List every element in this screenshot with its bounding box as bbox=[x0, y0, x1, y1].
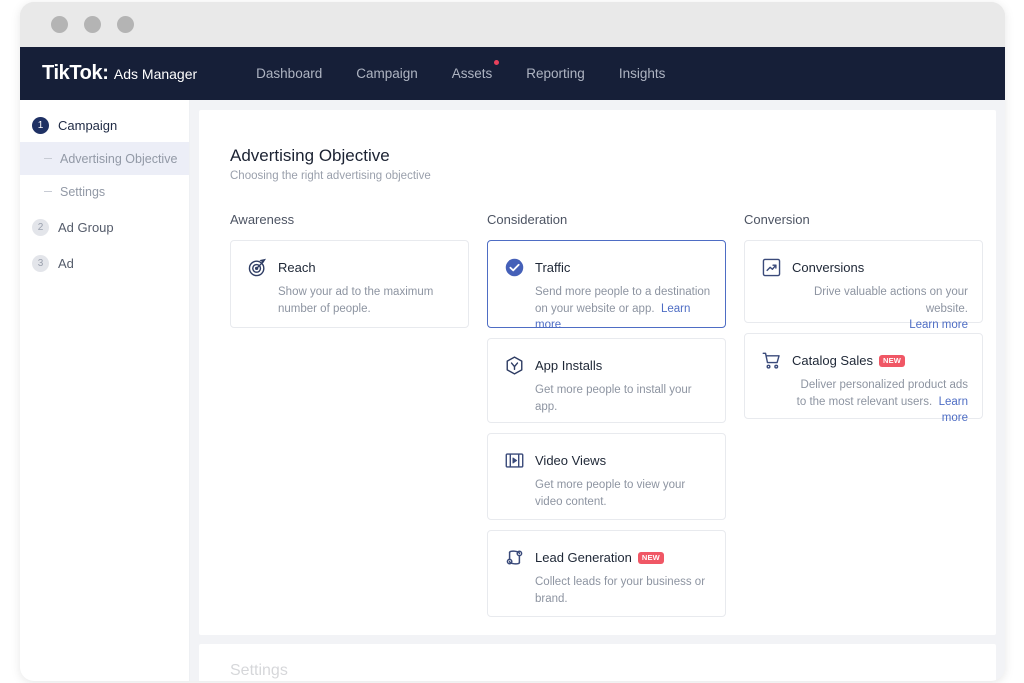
column-heading: Conversion bbox=[744, 212, 810, 227]
nav-label: Campaign bbox=[356, 66, 418, 81]
card-title: Video Views bbox=[535, 453, 607, 468]
card-title-text: Lead Generation bbox=[535, 550, 632, 565]
card-header: Reach bbox=[247, 257, 454, 278]
learn-more-link[interactable]: Learn more bbox=[939, 396, 968, 425]
sidebar-item-settings[interactable]: Settings bbox=[20, 175, 189, 208]
card-description: Send more people to a destination on you… bbox=[504, 284, 711, 334]
card-title: Catalog Sales NEW bbox=[792, 353, 906, 368]
step-number-badge: 1 bbox=[32, 116, 49, 134]
nav-item-assets[interactable]: Assets bbox=[435, 60, 510, 81]
brand-product: Ads Manager bbox=[113, 66, 198, 82]
notification-dot-icon bbox=[494, 60, 500, 65]
brand-colon: : bbox=[102, 62, 109, 84]
step-number-badge: 2 bbox=[32, 218, 49, 236]
trending-up-box-icon bbox=[761, 257, 782, 278]
card-title: Reach bbox=[278, 260, 316, 275]
sidebar: 1 Campaign Advertising Objective Setting… bbox=[20, 100, 190, 681]
card-description: Get more people to view your video conte… bbox=[535, 479, 686, 508]
sidebar-step-campaign[interactable]: 1 Campaign bbox=[20, 108, 189, 142]
minimize-dot[interactable] bbox=[84, 16, 101, 33]
new-badge: NEW bbox=[878, 354, 906, 367]
app-body: 1 Campaign Advertising Objective Setting… bbox=[20, 100, 1005, 681]
card-header: Conversions bbox=[761, 257, 968, 278]
settings-panel-clipped: Settings bbox=[199, 644, 996, 681]
browser-window-mockup: TikTok : Ads Manager Dashboard Campaign … bbox=[20, 2, 1005, 681]
sidebar-subitem-label: Settings bbox=[60, 184, 106, 199]
card-description: Get more people to install your app. bbox=[535, 384, 692, 413]
card-title: Conversions bbox=[792, 260, 865, 275]
objective-card-app-installs[interactable]: App Installs Get more people to install … bbox=[487, 338, 726, 423]
sidebar-subitem-label: Advertising Objective bbox=[60, 151, 178, 166]
sidebar-step-ad-group[interactable]: 2 Ad Group bbox=[20, 210, 189, 244]
card-header: App Installs bbox=[504, 355, 711, 376]
nav-label: Dashboard bbox=[256, 66, 323, 81]
window-titlebar bbox=[20, 2, 1005, 47]
target-icon bbox=[247, 257, 268, 278]
objective-card-lead-generation[interactable]: Lead Generation NEW Collect leads for you… bbox=[487, 530, 726, 617]
card-description: Collect leads for your business or brand… bbox=[535, 576, 706, 605]
card-description: Deliver personalized product ads to the … bbox=[761, 377, 968, 427]
column-awareness: Awareness Reach Show your ad to the maxi… bbox=[230, 212, 469, 627]
card-header: Catalog Sales NEW bbox=[761, 350, 968, 371]
objective-panel: Advertising Objective Choosing the right… bbox=[199, 110, 996, 635]
sidebar-item-label: Campaign bbox=[58, 117, 118, 133]
clipped-panel-title: Settings bbox=[230, 662, 288, 679]
card-header: Traffic bbox=[504, 257, 711, 278]
nav-label: Assets bbox=[451, 66, 493, 81]
card-header: Lead Generation NEW bbox=[504, 547, 711, 568]
nav-label: Insights bbox=[618, 66, 666, 81]
brand-name: TikTok bbox=[42, 62, 103, 84]
page-subtitle: Choosing the right advertising objective bbox=[230, 170, 431, 182]
objective-card-reach[interactable]: Reach Show your ad to the maximum number… bbox=[230, 240, 469, 328]
column-heading: Consideration bbox=[487, 212, 568, 227]
brand-logo[interactable]: TikTok : Ads Manager bbox=[42, 62, 197, 85]
column-heading: Awareness bbox=[230, 212, 295, 227]
nav-item-dashboard[interactable]: Dashboard bbox=[239, 66, 339, 81]
nav-item-reporting[interactable]: Reporting bbox=[509, 66, 602, 81]
check-circle-icon bbox=[504, 257, 525, 278]
close-dot[interactable] bbox=[51, 16, 68, 33]
nav-links: Dashboard Campaign Assets Reporting Insi… bbox=[239, 60, 683, 81]
card-title: Lead Generation NEW bbox=[535, 550, 664, 565]
card-title: App Installs bbox=[535, 358, 603, 373]
page-title: Advertising Objective bbox=[230, 146, 390, 165]
objective-card-traffic[interactable]: Traffic Send more people to a destinatio… bbox=[487, 240, 726, 331]
bullet-dash-icon bbox=[44, 190, 52, 193]
card-description: Drive valuable actions on your website. L… bbox=[761, 284, 968, 334]
nav-item-campaign[interactable]: Campaign bbox=[339, 66, 435, 81]
learn-more-link[interactable]: Learn more bbox=[909, 319, 968, 331]
shopping-cart-icon bbox=[761, 350, 782, 371]
card-description-text: Drive valuable actions on your website. bbox=[813, 286, 968, 315]
card-title-text: Catalog Sales bbox=[792, 353, 873, 368]
top-navbar: TikTok : Ads Manager Dashboard Campaign … bbox=[20, 47, 1005, 100]
objective-card-conversions[interactable]: Conversions Drive valuable actions on yo… bbox=[744, 240, 983, 331]
sidebar-item-label: Ad bbox=[58, 255, 74, 271]
bullet-dash-icon bbox=[44, 157, 52, 160]
sidebar-item-label: Ad Group bbox=[58, 219, 114, 235]
nav-item-insights[interactable]: Insights bbox=[602, 66, 683, 81]
maximize-dot[interactable] bbox=[117, 16, 134, 33]
nav-label: Reporting bbox=[526, 66, 585, 81]
objective-columns: Awareness Reach Show your ad to the maxi… bbox=[230, 212, 996, 627]
step-number-badge: 3 bbox=[32, 254, 49, 272]
main-content: Advertising Objective Choosing the right… bbox=[190, 100, 1005, 681]
sidebar-step-ad[interactable]: 3 Ad bbox=[20, 246, 189, 280]
objective-card-video-views[interactable]: Video Views Get more people to view your… bbox=[487, 433, 726, 520]
card-title: Traffic bbox=[535, 260, 571, 275]
column-conversion: Conversion Conversions Drive valuable ac… bbox=[744, 212, 983, 627]
film-play-icon bbox=[504, 450, 525, 471]
card-description: Show your ad to the maximum number of pe… bbox=[278, 286, 434, 315]
funnel-leads-icon bbox=[504, 547, 525, 568]
new-badge: NEW bbox=[637, 551, 664, 564]
card-header: Video Views bbox=[504, 450, 711, 471]
column-consideration: Consideration Traffic Send more people t… bbox=[487, 212, 726, 627]
hexagon-download-icon bbox=[504, 355, 525, 376]
sidebar-item-advertising-objective[interactable]: Advertising Objective bbox=[20, 142, 189, 175]
objective-card-catalog-sales[interactable]: Catalog Sales NEW Deliver personalized pr… bbox=[744, 333, 983, 424]
